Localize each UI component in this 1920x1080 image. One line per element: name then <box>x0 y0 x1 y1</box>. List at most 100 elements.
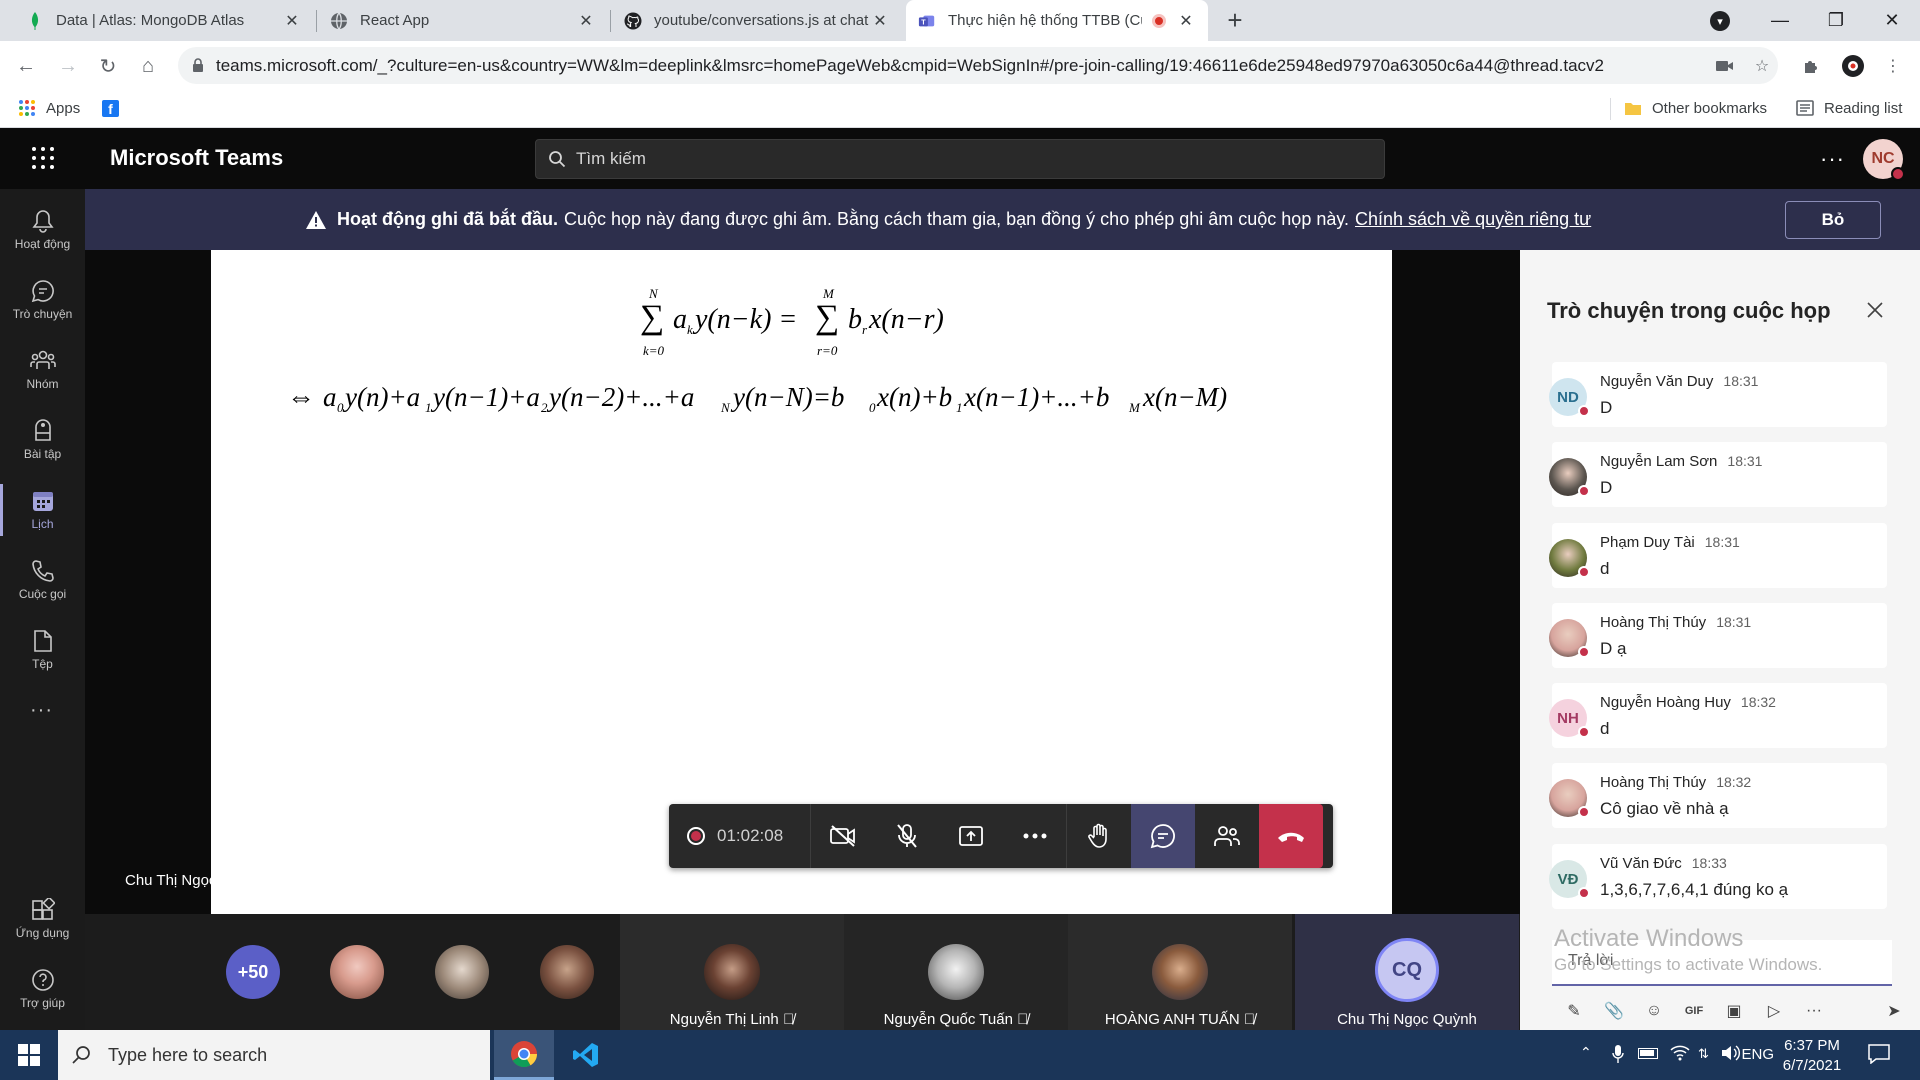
raise-hand-button[interactable] <box>1067 804 1131 868</box>
attach-icon[interactable]: 📎 <box>1594 1001 1634 1021</box>
network-icon[interactable]: ⇅ <box>1698 1046 1709 1062</box>
participant-avatar[interactable] <box>540 945 594 999</box>
sender-avatar[interactable]: NH <box>1549 699 1590 738</box>
presence-status-icon <box>1578 566 1590 578</box>
restore-button[interactable]: ❐ <box>1808 0 1864 41</box>
show-participants-button[interactable] <box>1195 804 1259 868</box>
facebook-icon[interactable]: f <box>102 90 119 126</box>
forward-arrow-icon[interactable]: → <box>52 50 84 82</box>
browser-tab-teams-active[interactable]: T Thực hiện hệ thống TTBB (Cu ✕ <box>906 0 1208 41</box>
minimize-button[interactable]: — <box>1752 0 1808 41</box>
sender-avatar[interactable]: VĐ <box>1549 860 1590 899</box>
close-icon[interactable] <box>1865 300 1889 324</box>
chat-message[interactable]: Nguyễn Lam Sơn 18:31 D <box>1549 442 1887 507</box>
camera-blocked-icon[interactable] <box>1712 53 1738 79</box>
windows-start-icon[interactable] <box>0 1030 58 1080</box>
svg-text:a: a <box>673 304 687 335</box>
reply-input[interactable]: Trả lời <box>1552 940 1892 986</box>
format-icon[interactable]: ✎ <box>1554 1001 1594 1021</box>
overflow-participants-badge[interactable]: +50 <box>226 945 280 999</box>
bookmark-other-folder[interactable]: Other bookmarks <box>1624 90 1767 126</box>
home-icon[interactable]: ⌂ <box>132 50 164 82</box>
rail-item-assignments[interactable]: Bài tập <box>0 408 85 472</box>
rail-item-calls[interactable]: Cuộc gọi <box>0 548 85 612</box>
close-tab-icon[interactable]: ✕ <box>870 11 890 31</box>
reload-icon[interactable]: ↻ <box>92 50 124 82</box>
profile-avatar-icon[interactable] <box>1840 53 1866 79</box>
send-icon[interactable]: ➤ <box>1874 1001 1914 1021</box>
close-tab-icon[interactable]: ✕ <box>1176 11 1196 31</box>
chat-message[interactable]: Hoàng Thị Thúy 18:32 Cô giao về nhà ạ <box>1549 763 1887 828</box>
sender-avatar[interactable] <box>1549 779 1590 818</box>
sender-avatar[interactable]: ND <box>1549 378 1590 417</box>
taskbar-search-input[interactable]: Type here to search <box>58 1030 490 1080</box>
bookmark-star-icon[interactable]: ☆ <box>1749 53 1775 79</box>
meet-now-icon[interactable]: ▷ <box>1754 1001 1794 1021</box>
wifi-icon[interactable] <box>1670 1044 1690 1062</box>
browser-tab-github[interactable]: youtube/conversations.js at chat ✕ <box>612 0 902 41</box>
chat-message[interactable]: Phạm Duy Tài 18:31 d <box>1549 523 1887 588</box>
privacy-policy-link[interactable]: Chính sách về quyền riêng tư <box>1355 209 1591 230</box>
microphone-tray-icon[interactable] <box>1612 1044 1624 1064</box>
share-screen-button[interactable] <box>939 804 1003 868</box>
vscode-taskbar-icon[interactable] <box>556 1030 616 1080</box>
more-apps-icon[interactable]: ··· <box>30 699 53 722</box>
more-icon[interactable]: ··· <box>1794 1002 1834 1020</box>
browser-tab-mongodb[interactable]: Data | Atlas: MongoDB Atlas ✕ <box>14 0 314 41</box>
browser-tab-react-app[interactable]: React App ✕ <box>318 0 608 41</box>
svg-text:b: b <box>848 304 862 335</box>
app-launcher-icon[interactable] <box>31 146 55 170</box>
participant-tile-presenter[interactable]: CQ Chu Thị Ngọc Quỳnh <box>1295 914 1519 1030</box>
show-chat-button[interactable] <box>1131 804 1195 868</box>
chat-message[interactable]: VĐ Vũ Văn Đức 18:33 1,3,6,7,7,6,4,1 đúng ko… <box>1549 844 1887 909</box>
rail-item-chat[interactable]: Trò chuyện <box>0 268 85 332</box>
notifications-icon[interactable] <box>1868 1044 1890 1064</box>
browser-menu-icon[interactable]: ⋮ <box>1880 53 1906 79</box>
back-arrow-icon[interactable]: ← <box>10 50 42 82</box>
tray-chevron-icon[interactable]: ⌃ <box>1580 1044 1592 1061</box>
rail-item-help[interactable]: Trợ giúp <box>0 957 85 1021</box>
battery-icon[interactable] <box>1638 1048 1658 1059</box>
sender-avatar[interactable] <box>1549 619 1590 658</box>
close-tab-icon[interactable]: ✕ <box>576 11 596 31</box>
emoji-icon[interactable]: ☺ <box>1634 1002 1674 1020</box>
reading-list-button[interactable]: Reading list <box>1796 90 1902 126</box>
chat-message[interactable]: ND Nguyễn Văn Duy 18:31 D <box>1549 362 1887 427</box>
tab-search-icon[interactable]: ▾ <box>1710 11 1730 31</box>
new-tab-button[interactable]: + <box>1222 7 1248 34</box>
participant-tile[interactable]: Nguyễn Quốc Tuấn 🎙̸ <box>844 914 1068 1030</box>
sender-avatar[interactable] <box>1549 539 1590 578</box>
gif-icon[interactable]: GIF <box>1674 1005 1714 1017</box>
rail-item-activity[interactable]: Hoạt động <box>0 198 85 262</box>
chat-message[interactable]: Hoàng Thị Thúy 18:31 D ạ <box>1549 603 1887 668</box>
user-avatar[interactable]: NC <box>1863 139 1905 181</box>
participant-avatar[interactable] <box>330 945 384 999</box>
address-bar[interactable]: teams.microsoft.com/_?culture=en-us&coun… <box>178 47 1778 84</box>
bookmark-apps[interactable]: Apps <box>18 90 80 126</box>
mic-toggle-button[interactable] <box>875 804 939 868</box>
more-actions-button[interactable] <box>1003 804 1067 868</box>
rail-item-files[interactable]: Tệp <box>0 618 85 682</box>
participant-tile[interactable]: HOÀNG ANH TUẤN 🎙̸ <box>1068 914 1292 1030</box>
participant-tile[interactable]: Nguyễn Thị Linh 🎙̸ <box>620 914 844 1030</box>
close-tab-icon[interactable]: ✕ <box>282 11 302 31</box>
system-clock[interactable]: 6:37 PM 6/7/2021 <box>1767 1036 1857 1076</box>
more-options-icon[interactable]: ··· <box>1820 146 1845 172</box>
window-close-button[interactable]: ✕ <box>1864 0 1920 41</box>
sticker-icon[interactable]: ▣ <box>1714 1001 1754 1021</box>
search-input[interactable]: Tìm kiếm <box>535 139 1385 179</box>
camera-toggle-button[interactable] <box>811 804 875 868</box>
browser-tab-strip: Data | Atlas: MongoDB Atlas ✕ React App … <box>0 0 1920 41</box>
sender-avatar[interactable] <box>1549 458 1590 497</box>
extensions-icon[interactable] <box>1798 53 1824 79</box>
chat-message[interactable]: NH Nguyễn Hoàng Huy 18:32 d <box>1549 683 1887 748</box>
rail-item-calendar[interactable]: Lịch <box>0 478 85 542</box>
rail-item-teams[interactable]: Nhóm <box>0 338 85 402</box>
chrome-taskbar-icon[interactable] <box>494 1030 554 1080</box>
rail-item-apps[interactable]: Ứng dụng <box>0 887 85 951</box>
dismiss-button[interactable]: Bỏ <box>1785 201 1881 239</box>
slide-equations: ∑ N k=0 ak y(n−k) = ∑ M r=0 br x(n−r) ⇔ … <box>287 286 1227 415</box>
record-icon <box>687 827 705 845</box>
participant-avatar[interactable] <box>435 945 489 999</box>
leave-call-button[interactable] <box>1259 804 1323 868</box>
